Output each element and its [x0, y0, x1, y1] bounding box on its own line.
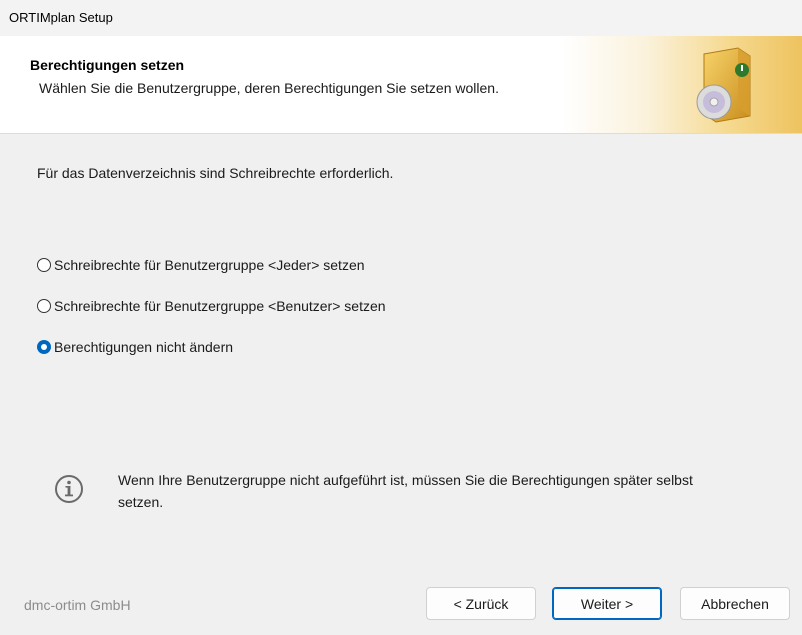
hint-text: Wenn Ihre Benutzergruppe nicht aufgeführ…	[118, 472, 693, 510]
title-bar: ORTIMplan Setup	[0, 0, 802, 36]
radio-label[interactable]: Schreibrechte für Benutzergruppe <Benutz…	[54, 298, 386, 314]
cancel-button[interactable]: Abbrechen	[680, 587, 790, 620]
radio-label[interactable]: Berechtigungen nicht ändern	[54, 339, 233, 355]
radio-button-selected[interactable]	[37, 340, 51, 354]
page-subtitle: Wählen Sie die Benutzergruppe, deren Ber…	[39, 80, 499, 96]
radio-button[interactable]	[37, 258, 51, 272]
window-title: ORTIMplan Setup	[9, 10, 113, 25]
page-title: Berechtigungen setzen	[30, 57, 185, 73]
radio-option-benutzer[interactable]: Schreibrechte für Benutzergruppe <Benutz…	[37, 296, 386, 316]
radio-option-nicht-aendern[interactable]: Berechtigungen nicht ändern	[37, 337, 233, 357]
footer-brand: dmc-ortim GmbH	[24, 597, 131, 613]
radio-option-jeder[interactable]: Schreibrechte für Benutzergruppe <Jeder>…	[37, 255, 365, 275]
radio-button[interactable]	[37, 299, 51, 313]
back-button[interactable]: < Zurück	[426, 587, 536, 620]
info-icon	[55, 475, 83, 503]
header-banner	[562, 36, 802, 133]
wizard-header: Berechtigungen setzen Wählen Sie die Ben…	[0, 36, 802, 133]
info-text: Für das Datenverzeichnis sind Schreibrec…	[37, 165, 394, 181]
setup-box-icon	[696, 47, 751, 123]
next-button[interactable]: Weiter >	[552, 587, 662, 620]
radio-label[interactable]: Schreibrechte für Benutzergruppe <Jeder>…	[54, 257, 365, 273]
header-divider	[0, 133, 802, 134]
